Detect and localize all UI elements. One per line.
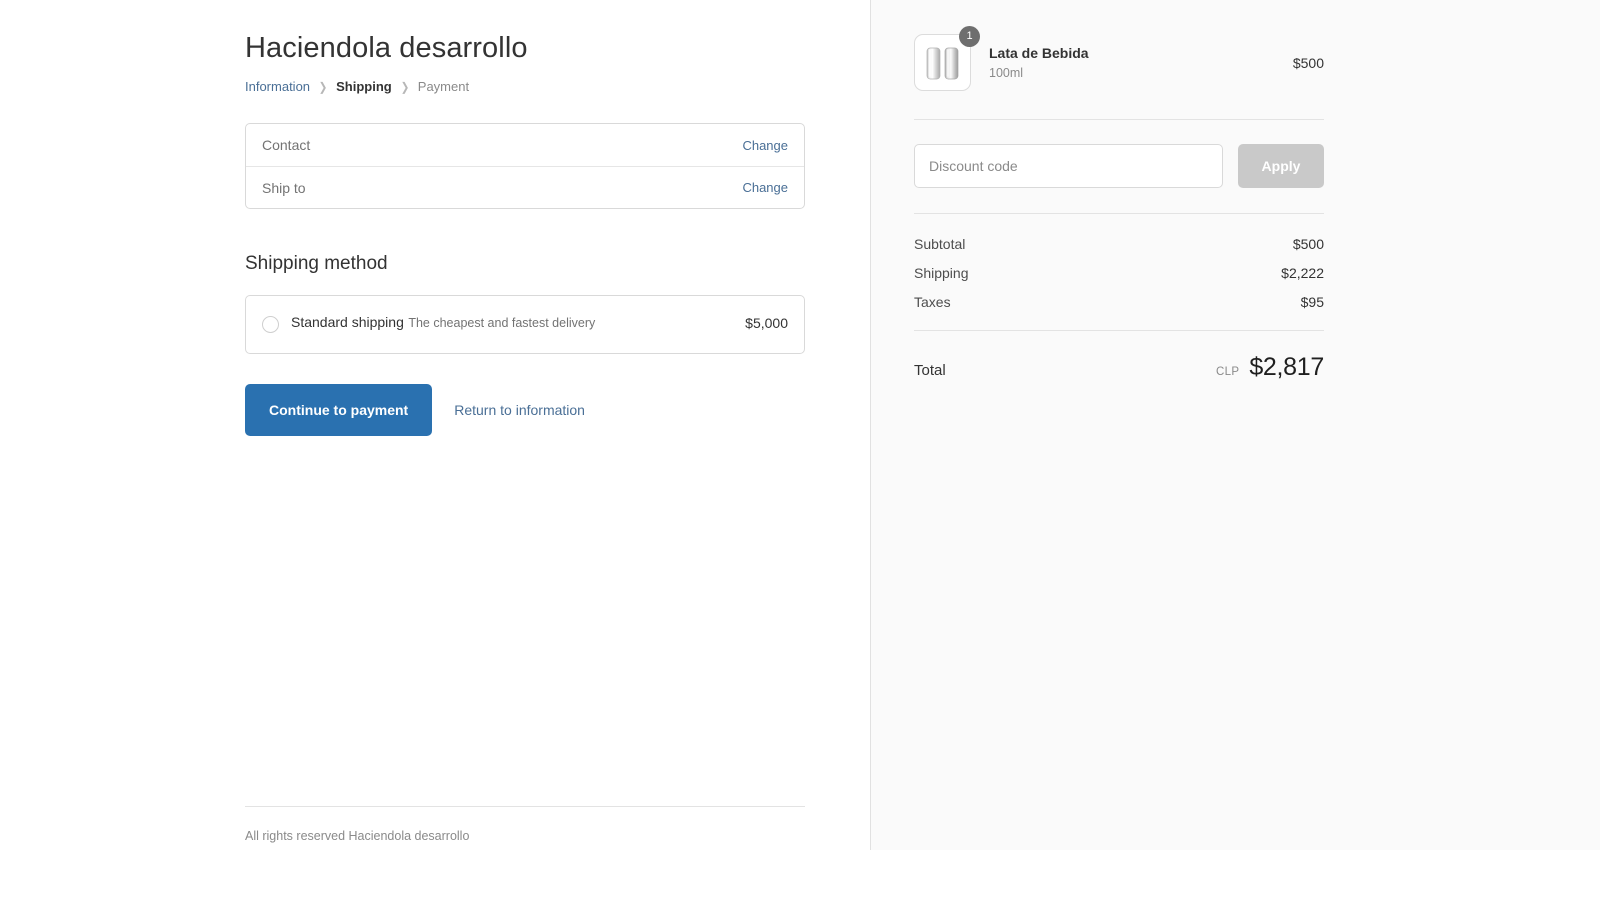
cost-row-subtotal: Subtotal $500: [914, 236, 1324, 252]
shipping-value: $2,222: [1281, 265, 1324, 281]
taxes-label: Taxes: [914, 294, 951, 310]
beverage-cans-icon: [922, 42, 964, 84]
cost-row-shipping: Shipping $2,222: [914, 265, 1324, 281]
subtotal-value: $500: [1293, 236, 1324, 252]
order-summary-inner: 1 Lata de Bebida 100ml $500 Apply Subtot…: [914, 0, 1324, 382]
checkout-main-inner: Haciendola desarrollo Information ❯ Ship…: [245, 0, 805, 436]
checkout-actions: Continue to payment Return to informatio…: [245, 384, 805, 436]
footer: All rights reserved Haciendola desarroll…: [245, 806, 805, 845]
chevron-right-icon: ❯: [319, 80, 328, 94]
taxes-value: $95: [1301, 294, 1324, 310]
shipping-method-heading: Shipping method: [245, 209, 805, 275]
order-summary-column: 1 Lata de Bebida 100ml $500 Apply Subtot…: [870, 0, 1600, 850]
breadcrumb: Information ❯ Shipping ❯ Payment: [245, 79, 805, 94]
shipping-method-box: Standard shipping The cheapest and faste…: [245, 295, 805, 354]
breadcrumb-payment: Payment: [418, 79, 469, 94]
page-title: Haciendola desarrollo: [245, 0, 805, 66]
checkout-main-column: Haciendola desarrollo Information ❯ Ship…: [0, 0, 870, 900]
chevron-right-icon: ❯: [400, 80, 409, 94]
total-row: Total CLP $2,817: [914, 331, 1324, 382]
shipping-option-texts: Standard shipping The cheapest and faste…: [291, 314, 733, 332]
breadcrumb-shipping: Shipping: [336, 79, 392, 94]
continue-to-payment-button[interactable]: Continue to payment: [245, 384, 432, 436]
total-amount-group: CLP $2,817: [1216, 353, 1324, 382]
footer-text: All rights reserved Haciendola desarroll…: [245, 829, 469, 843]
shipping-option-standard[interactable]: Standard shipping The cheapest and faste…: [246, 296, 804, 353]
shipping-option-price: $5,000: [745, 315, 788, 331]
cost-row-taxes: Taxes $95: [914, 294, 1324, 310]
discount-code-input[interactable]: [914, 144, 1223, 188]
product-variant: 100ml: [989, 65, 1293, 81]
discount-row: Apply: [914, 120, 1324, 213]
summary-line-item: 1 Lata de Bebida 100ml $500: [914, 0, 1324, 119]
checkout-page: Haciendola desarrollo Information ❯ Ship…: [0, 0, 1600, 900]
shipping-option-name: Standard shipping: [291, 314, 404, 330]
order-review-box: Contact Change Ship to Change: [245, 123, 805, 209]
cost-lines: Subtotal $500 Shipping $2,222 Taxes $95: [914, 214, 1324, 330]
breadcrumb-information[interactable]: Information: [245, 79, 310, 94]
product-thumbnail-wrapper: 1: [914, 34, 971, 91]
product-quantity-badge: 1: [959, 26, 980, 47]
contact-label: Contact: [262, 137, 310, 153]
change-ship-to-link[interactable]: Change: [742, 180, 788, 195]
product-texts: Lata de Bebida 100ml: [971, 44, 1293, 81]
product-name: Lata de Bebida: [989, 44, 1293, 62]
change-contact-link[interactable]: Change: [742, 138, 788, 153]
product-price: $500: [1293, 55, 1324, 71]
apply-discount-button[interactable]: Apply: [1238, 144, 1324, 188]
total-value: $2,817: [1249, 353, 1324, 382]
shipping-label: Shipping: [914, 265, 969, 281]
review-row-contact: Contact Change: [246, 124, 804, 166]
return-to-information-link[interactable]: Return to information: [454, 402, 585, 418]
review-row-ship-to: Ship to Change: [246, 166, 804, 208]
shipping-option-description: The cheapest and fastest delivery: [408, 316, 595, 330]
total-currency: CLP: [1216, 366, 1239, 378]
radio-icon-standard-shipping[interactable]: [262, 316, 279, 333]
total-label: Total: [914, 362, 946, 379]
ship-to-label: Ship to: [262, 180, 306, 196]
subtotal-label: Subtotal: [914, 236, 965, 252]
